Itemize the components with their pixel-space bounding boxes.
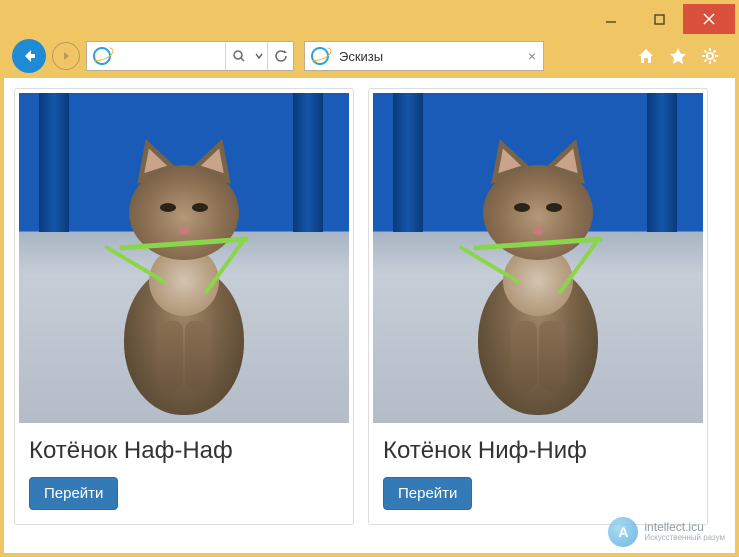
minimize-button[interactable] — [587, 4, 635, 34]
card-title: Котёнок Наф-Наф — [19, 423, 349, 477]
dropdown-icon[interactable] — [251, 42, 267, 70]
watermark: A intellect.icu Искусственный разум — [608, 517, 725, 547]
thumbnail-card: Котёнок Ниф-Ниф Перейти — [368, 88, 708, 525]
kitten-image — [453, 116, 623, 386]
page-content: Котёнок Наф-Наф Перейти Котёнок Ниф-Ниф … — [4, 78, 735, 553]
address-bar[interactable] — [86, 41, 294, 71]
watermark-logo-icon: A — [608, 517, 638, 547]
browser-tab[interactable]: Эскизы × — [304, 41, 544, 71]
ie-logo-icon — [91, 45, 113, 67]
thumbnail-card: Котёнок Наф-Наф Перейти — [14, 88, 354, 525]
close-button[interactable] — [683, 4, 735, 34]
card-image — [19, 93, 349, 423]
watermark-subtitle: Искусственный разум — [644, 534, 725, 543]
card-go-button[interactable]: Перейти — [29, 477, 118, 510]
tab-title: Эскизы — [335, 49, 521, 64]
card-title: Котёнок Ниф-Ниф — [373, 423, 703, 477]
settings-gear-icon[interactable] — [699, 45, 721, 67]
kitten-image — [99, 116, 269, 386]
home-icon[interactable] — [635, 45, 657, 67]
favorites-icon[interactable] — [667, 45, 689, 67]
back-button[interactable] — [12, 39, 46, 73]
window-titlebar — [4, 4, 735, 34]
forward-button[interactable] — [52, 42, 80, 70]
tab-close-button[interactable]: × — [521, 48, 543, 64]
browser-toolbar: Эскизы × — [4, 34, 735, 78]
search-dropdown-button[interactable] — [225, 42, 251, 70]
tab-favicon-icon — [309, 45, 331, 67]
card-go-button[interactable]: Перейти — [383, 477, 472, 510]
refresh-button[interactable] — [267, 42, 293, 70]
maximize-button[interactable] — [635, 4, 683, 34]
card-image — [373, 93, 703, 423]
